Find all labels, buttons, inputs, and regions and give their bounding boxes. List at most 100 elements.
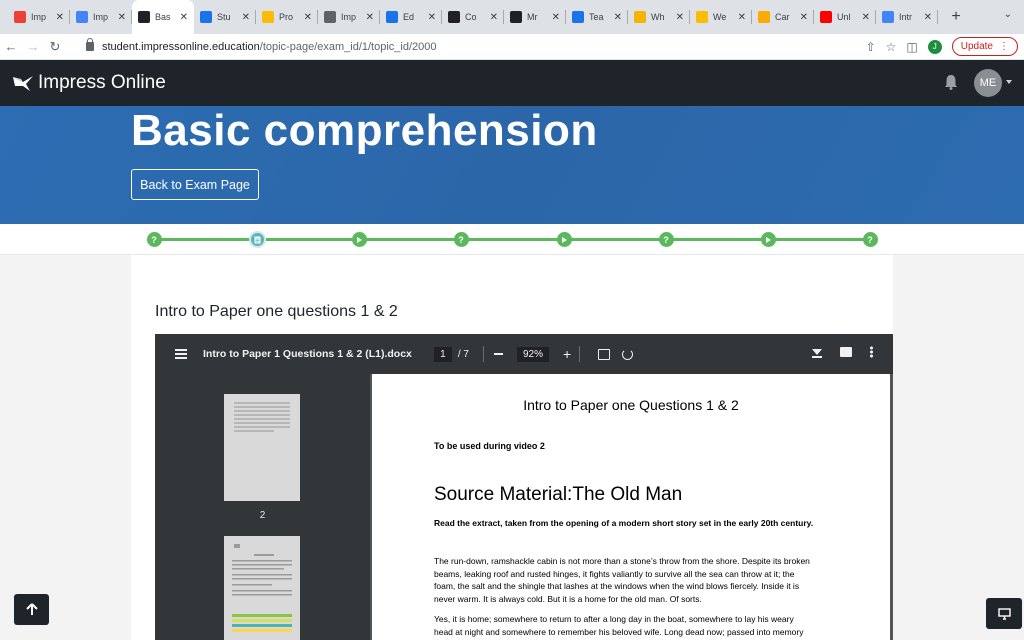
pdf-toolbar: Intro to Paper 1 Questions 1 & 2 (L1).do… xyxy=(155,334,893,374)
paragraph-line: beams, leaking roof and rusted hinges, i… xyxy=(434,568,795,579)
close-icon[interactable]: ✕ xyxy=(924,12,932,23)
youtube-icon xyxy=(820,11,832,23)
close-icon[interactable]: ✕ xyxy=(366,12,374,23)
toolbar-divider xyxy=(579,346,581,362)
download-icon[interactable] xyxy=(812,346,822,358)
thumbnail-lines xyxy=(232,544,292,632)
pdf-file-name: Intro to Paper 1 Questions 1 & 2 (L1).do… xyxy=(203,348,412,360)
brand-name[interactable]: Impress Online xyxy=(38,72,166,94)
tab-search-icon[interactable]: ⌄ xyxy=(1004,9,1012,20)
close-icon[interactable]: ✕ xyxy=(800,12,808,23)
lock-icon[interactable] xyxy=(86,38,94,51)
document-note: To be used during video 2 xyxy=(434,441,545,451)
close-icon[interactable]: ✕ xyxy=(862,12,870,23)
close-icon[interactable]: ✕ xyxy=(118,12,126,23)
close-icon[interactable]: ✕ xyxy=(56,12,64,23)
reload-icon[interactable]: ↻ xyxy=(44,39,66,55)
extract-instructions: Read the extract, taken from the opening… xyxy=(434,518,814,528)
impress-book-icon xyxy=(510,11,522,23)
gmail-icon xyxy=(14,11,26,23)
browser-tab[interactable]: Car ✕ xyxy=(752,0,814,34)
impress-book-icon xyxy=(448,11,460,23)
pdf-viewer: Intro to Paper 1 Questions 1 & 2 (L1).do… xyxy=(155,334,893,640)
bookmark-star-icon[interactable]: ☆ xyxy=(886,40,897,54)
chevron-down-icon[interactable] xyxy=(1006,80,1012,84)
source-title: Source Material:The Old Man xyxy=(434,484,683,505)
close-icon[interactable]: ✕ xyxy=(490,12,498,23)
tab-title: Mr xyxy=(527,12,538,22)
progress-node-document-icon[interactable] xyxy=(248,231,266,248)
browser-tab[interactable]: Mr ✕ xyxy=(504,0,566,34)
browser-tab[interactable]: Pro ✕ xyxy=(256,0,318,34)
tab-title: Car xyxy=(775,12,790,22)
page-thumbnail[interactable] xyxy=(224,394,300,501)
new-tab-icon[interactable]: + xyxy=(946,8,966,26)
browser-tab[interactable]: We ✕ xyxy=(690,0,752,34)
close-icon[interactable]: ✕ xyxy=(180,12,188,23)
browser-tab[interactable]: Intr ✕ xyxy=(876,0,938,34)
zoom-input[interactable]: 92% xyxy=(517,346,549,362)
page-number-input[interactable]: 1 xyxy=(433,346,452,362)
close-icon[interactable]: ✕ xyxy=(676,12,684,23)
tab-title: Tea xyxy=(589,12,604,22)
close-icon[interactable]: ✕ xyxy=(614,12,622,23)
pdf-thumbnail-sidebar: 2 xyxy=(155,374,370,640)
forward-arrow-icon[interactable]: → xyxy=(22,39,44,54)
browser-tab[interactable]: Imp ✕ xyxy=(70,0,132,34)
toolbar-divider xyxy=(483,346,484,362)
zoom-out-icon[interactable] xyxy=(494,353,503,355)
paragraph-line: The run-down, ramshackle cabin is not mo… xyxy=(434,556,810,566)
browser-tab[interactable]: Stu ✕ xyxy=(194,0,256,34)
share-icon[interactable]: ⇧ xyxy=(866,40,876,54)
close-icon[interactable]: ✕ xyxy=(428,12,436,23)
scroll-to-top-button[interactable] xyxy=(14,594,49,625)
bird-logo-icon[interactable] xyxy=(12,74,34,92)
progress-node-question-icon[interactable]: ? xyxy=(658,232,674,247)
print-icon[interactable] xyxy=(840,347,852,357)
browser-toolbar: ← → ↻ student.impressonline.education/to… xyxy=(0,34,1024,60)
progress-node-play-icon[interactable] xyxy=(556,232,572,247)
close-icon[interactable]: ✕ xyxy=(552,12,560,23)
fit-to-page-icon[interactable] xyxy=(598,348,611,360)
progress-node-question-icon[interactable]: ? xyxy=(862,232,878,247)
back-arrow-icon[interactable]: ← xyxy=(0,39,22,54)
progress-node-question-icon[interactable]: ? xyxy=(146,232,162,247)
address-bar[interactable]: student.impressonline.education/topic-pa… xyxy=(72,35,866,59)
progress-node-question-icon[interactable]: ? xyxy=(453,232,469,247)
close-icon[interactable]: ✕ xyxy=(242,12,250,23)
chat-button[interactable] xyxy=(986,598,1022,629)
tab-title: Intr xyxy=(899,12,913,22)
browser-tab[interactable]: Co ✕ xyxy=(442,0,504,34)
browser-tab[interactable]: Imp ✕ xyxy=(8,0,70,34)
star-icon xyxy=(386,11,398,23)
tab-title: Imp xyxy=(341,12,357,22)
page-thumbnail[interactable] xyxy=(224,536,300,640)
close-icon[interactable]: ✕ xyxy=(738,12,746,23)
rotate-icon[interactable] xyxy=(622,348,634,360)
browser-tab[interactable]: Tea ✕ xyxy=(566,0,628,34)
progress-node-play-icon[interactable] xyxy=(760,232,776,247)
tab-title: Stu xyxy=(217,12,231,22)
update-button[interactable]: Update ⋮ xyxy=(951,37,1018,56)
profile-avatar[interactable]: J xyxy=(927,39,942,54)
bell-icon[interactable] xyxy=(944,74,958,90)
progress-node-play-icon[interactable] xyxy=(351,232,367,247)
user-avatar[interactable]: ME xyxy=(974,69,1002,97)
browser-tab[interactable]: Bas ✕ xyxy=(132,0,194,34)
browser-tab[interactable]: Ed ✕ xyxy=(380,0,442,34)
drive-icon xyxy=(696,11,708,23)
url-path: /topic-page/exam_id/1/topic_id/2000 xyxy=(259,40,437,53)
browser-tab[interactable]: Unl ✕ xyxy=(814,0,876,34)
tab-title: Ed xyxy=(403,12,415,22)
menu-icon[interactable] xyxy=(175,349,187,359)
browser-tab[interactable]: Imp ✕ xyxy=(318,0,380,34)
tab-title: Unl xyxy=(837,12,851,22)
zoom-in-icon[interactable]: + xyxy=(563,346,571,362)
close-icon[interactable]: ✕ xyxy=(304,12,312,23)
browser-tab[interactable]: Wh ✕ xyxy=(628,0,690,34)
impress-bird-icon xyxy=(572,11,584,23)
thumbnail-lines xyxy=(234,402,290,432)
side-panel-icon[interactable]: ◫ xyxy=(906,40,917,54)
more-options-icon[interactable] xyxy=(870,346,873,358)
back-to-exam-button[interactable]: Back to Exam Page xyxy=(131,169,259,200)
